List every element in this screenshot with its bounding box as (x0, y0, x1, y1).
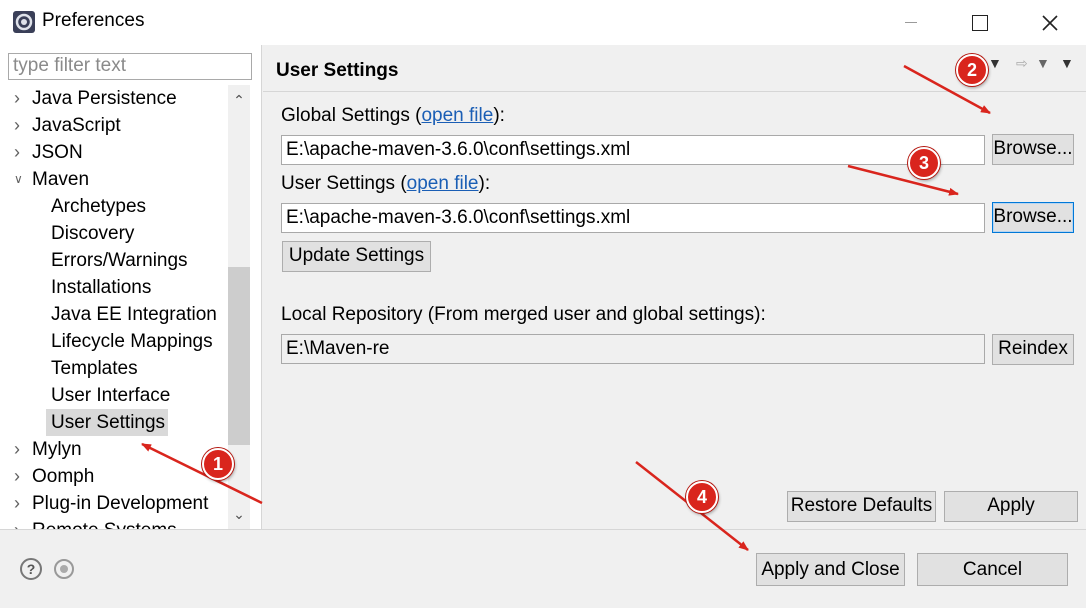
tree-item[interactable]: › Mylyn (0, 436, 228, 463)
global-settings-label-text: Global Settings ( (281, 105, 422, 126)
local-repository-label: Local Repository (From merged user and g… (281, 304, 766, 325)
tree-item-label: Mylyn (32, 439, 82, 460)
reindex-button[interactable]: Reindex (992, 334, 1074, 365)
tree-item[interactable]: ∨ Maven (0, 166, 228, 193)
maximize-icon (972, 14, 988, 31)
chevron-right-icon[interactable]: › (14, 490, 28, 517)
tree-item-label: Oomph (32, 466, 95, 487)
chevron-right-icon[interactable]: › (14, 517, 28, 529)
tree-item-label: User Interface (51, 385, 171, 406)
cancel-button[interactable]: Cancel (917, 553, 1068, 586)
tree-item[interactable]: Templates (0, 355, 228, 382)
page-title: User Settings (276, 60, 399, 81)
user-settings-label-suffix: ): (478, 173, 491, 194)
chevron-right-icon[interactable]: › (14, 112, 28, 139)
annotation-badge-2: 2 (956, 54, 988, 86)
update-settings-button[interactable]: Update Settings (282, 241, 431, 272)
maximize-button[interactable] (945, 0, 1015, 45)
tree-item-label: Remote Systems (32, 517, 177, 529)
tree-item[interactable]: Java EE Integration (0, 301, 228, 328)
user-settings-label-text: User Settings ( (281, 173, 407, 194)
tree-item[interactable]: › Plug-in Development (0, 490, 228, 517)
user-settings-field[interactable]: E:\apache-maven-3.6.0\conf\settings.xml (281, 203, 985, 233)
annotation-badge-3: 3 (908, 147, 940, 179)
global-settings-label: Global Settings (open file): (281, 105, 505, 127)
tree-item[interactable]: Installations (0, 274, 228, 301)
tree-item-label: Installations (51, 277, 152, 298)
help-icon[interactable]: ? (20, 558, 42, 580)
close-icon (1042, 14, 1058, 31)
annotation-badge-4: 4 (686, 481, 718, 513)
tree-item[interactable]: › JavaScript (0, 112, 228, 139)
global-settings-field[interactable]: E:\apache-maven-3.6.0\conf\settings.xml (281, 135, 985, 165)
title-bar: Preferences (0, 0, 1086, 45)
user-settings-open-file-link[interactable]: open file (407, 173, 479, 194)
tree-item[interactable]: Lifecycle Mappings (0, 328, 228, 355)
user-settings-label: User Settings (open file): (281, 173, 490, 195)
tree-item[interactable]: › Remote Systems (0, 517, 228, 529)
tree-item-label: Archetypes (51, 196, 147, 217)
restore-defaults-button[interactable]: Restore Defaults (787, 491, 936, 522)
forward-menu-icon[interactable]: ▼ (1036, 55, 1050, 71)
tree-item[interactable]: › Oomph (0, 463, 228, 490)
chevron-right-icon[interactable]: › (14, 139, 28, 166)
tree-item-label: Lifecycle Mappings (51, 331, 213, 352)
page-navigation: ▼ ⇨ ▼ ▼ (988, 55, 1078, 75)
tree-item[interactable]: Archetypes (0, 193, 228, 220)
tree-item-label: Java Persistence (32, 88, 177, 109)
minimize-icon (905, 22, 917, 23)
scrollbar-thumb[interactable] (228, 267, 250, 445)
close-button[interactable] (1015, 0, 1085, 45)
tree-item-label: Plug-in Development (32, 493, 209, 514)
tree-item-label: User Settings (51, 412, 166, 433)
tree-item-label: Java EE Integration (51, 304, 217, 325)
annotation-badge-1: 1 (202, 448, 234, 480)
forward-icon[interactable]: ⇨ (1016, 55, 1028, 72)
global-settings-label-suffix: ): (493, 105, 505, 126)
tree-item[interactable]: User Settings (0, 409, 228, 436)
window-title: Preferences (42, 10, 145, 31)
chevron-right-icon[interactable]: › (14, 436, 28, 463)
scroll-up-icon[interactable]: ⌃ (228, 85, 250, 115)
tree-item[interactable]: Errors/Warnings (0, 247, 228, 274)
filter-input[interactable]: type filter text (8, 53, 252, 80)
tree-item-label: Discovery (51, 223, 135, 244)
scroll-down-icon[interactable]: ⌄ (228, 499, 250, 529)
chevron-right-icon[interactable]: › (14, 463, 28, 490)
view-menu-icon[interactable]: ▼ (1060, 55, 1074, 71)
back-menu-icon[interactable]: ▼ (988, 55, 1002, 71)
settings-page: User Settings ▼ ⇨ ▼ ▼ Global Settings (o… (263, 45, 1086, 529)
apply-button[interactable]: Apply (944, 491, 1078, 522)
tree-item[interactable]: › Java Persistence (0, 85, 228, 112)
user-browse-button[interactable]: Browse... (992, 202, 1074, 233)
chevron-down-icon[interactable]: ∨ (14, 166, 28, 193)
tree-item-label: Maven (32, 169, 90, 190)
tree-item-label: Errors/Warnings (51, 250, 188, 271)
minimize-button[interactable] (876, 0, 946, 45)
global-browse-button[interactable]: Browse... (992, 134, 1074, 165)
dialog-footer: ? Apply and Close Cancel (0, 529, 1086, 608)
preferences-tree: › Java Persistence › JavaScript › JSON ∨ Maven A… (0, 85, 228, 529)
tree-item[interactable]: Discovery (0, 220, 228, 247)
local-repository-field: E:\Maven-re (281, 334, 985, 364)
record-settings-icon[interactable] (54, 559, 74, 579)
tree-item-label: Templates (51, 358, 138, 379)
tree-item-label: JavaScript (32, 115, 121, 136)
apply-and-close-button[interactable]: Apply and Close (756, 553, 905, 586)
tree-item[interactable]: › JSON (0, 139, 228, 166)
eclipse-app-icon (13, 11, 35, 33)
chevron-right-icon[interactable]: › (14, 85, 28, 112)
tree-item-label: JSON (32, 142, 83, 163)
tree-item[interactable]: User Interface (0, 382, 228, 409)
global-settings-open-file-link[interactable]: open file (421, 105, 493, 126)
